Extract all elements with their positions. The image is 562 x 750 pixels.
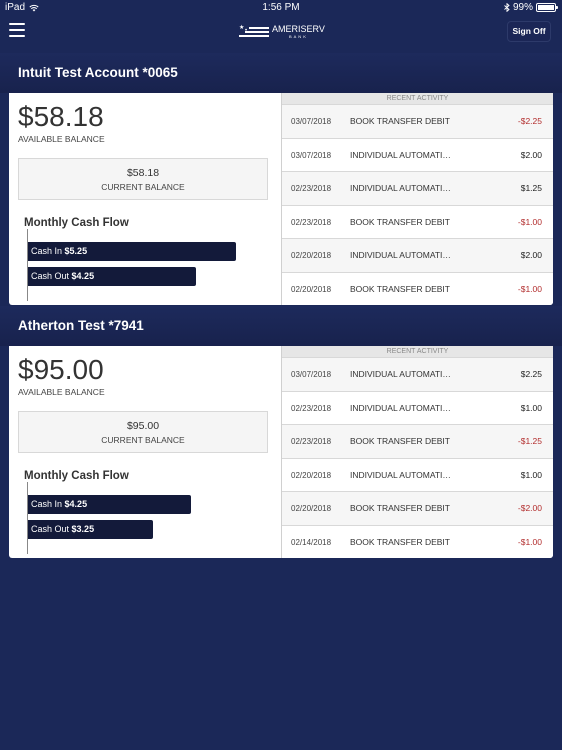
transaction-date: 02/23/2018 xyxy=(291,184,332,193)
transaction-row[interactable]: 03/07/2018 BOOK TRANSFER DEBIT -$2.25 xyxy=(282,104,553,138)
transaction-description: INDIVIDUAL AUTOMATI… xyxy=(350,402,451,413)
transaction-list: 03/07/2018 BOOK TRANSFER DEBIT -$2.25 03/07… xyxy=(282,104,553,305)
transaction-date: 03/07/2018 xyxy=(291,370,332,379)
transaction-amount: -$2.00 xyxy=(517,503,542,513)
current-balance-box: $95.00 CURRENT BALANCE xyxy=(18,411,268,453)
cash-out-value: $4.25 xyxy=(71,271,95,281)
transaction-date: 02/20/2018 xyxy=(291,284,332,294)
transaction-amount: $2.25 xyxy=(520,369,542,379)
sign-off-button[interactable]: Sign Off xyxy=(507,21,551,42)
current-balance-label: CURRENT BALANCE xyxy=(101,182,185,192)
cash-out-label: Cash Out xyxy=(31,271,70,281)
transaction-description: BOOK TRANSFER DEBIT xyxy=(350,436,450,446)
transaction-date: 02/23/2018 xyxy=(291,217,332,227)
available-balance-amount: $58.18 xyxy=(18,101,104,132)
cash-flow-axis xyxy=(27,229,28,301)
current-balance-amount: $95.00 xyxy=(126,420,160,432)
available-balance-label: AVAILABLE BALANCE xyxy=(18,134,105,144)
ameriserv-logo: ★ • AMERISERV BANK xyxy=(239,23,325,41)
transaction-date: 02/20/2018 xyxy=(291,470,332,480)
transaction-date: 02/14/2018 xyxy=(291,537,332,547)
transaction-amount: -$1.00 xyxy=(517,536,542,547)
recent-activity-pane: RECENT ACTIVITY 03/07/2018 BOOK TRANSFER … xyxy=(281,93,553,305)
transaction-row[interactable]: 02/20/2018 BOOK TRANSFER DEBIT -$2.00 xyxy=(282,491,553,525)
transaction-date: 02/20/2018 xyxy=(291,251,332,260)
transaction-date: 02/23/2018 xyxy=(291,403,332,413)
transaction-description: BOOK TRANSFER DEBIT xyxy=(350,536,450,547)
navbar: ★ • AMERISERV BANK Sign Off xyxy=(0,16,562,48)
recent-activity-pane: RECENT ACTIVITY 03/07/2018 INDIVIDUAL AUT… xyxy=(281,346,553,558)
transaction-row[interactable]: 03/07/2018 INDIVIDUAL AUTOMATI… $2.00 xyxy=(282,137,553,171)
transaction-row[interactable]: 02/23/2018 BOOK TRANSFER DEBIT -$1.00 xyxy=(282,204,553,238)
battery-fill xyxy=(538,5,554,10)
transaction-description: BOOK TRANSFER DEBIT xyxy=(350,283,450,294)
clock: 1:56 PM xyxy=(262,2,300,13)
cash-flow-title: Monthly Cash Flow xyxy=(24,470,129,482)
cash-out-bar: Cash Out $3.25 xyxy=(28,520,153,539)
battery-icon xyxy=(536,3,558,12)
transaction-description: BOOK TRANSFER DEBIT xyxy=(350,216,450,227)
transaction-list: 03/07/2018 INDIVIDUAL AUTOMATI… $2.25 02/23… xyxy=(282,357,553,558)
transaction-amount: $1.00 xyxy=(520,402,542,413)
transaction-description: INDIVIDUAL AUTOMATI… xyxy=(350,369,451,379)
transaction-amount: $1.25 xyxy=(520,183,542,193)
current-balance-label: CURRENT BALANCE xyxy=(101,435,185,445)
transaction-amount: -$2.25 xyxy=(517,116,542,126)
account-name[interactable]: Atherton Test *7941 xyxy=(0,306,562,346)
account-card: Atherton Test *7941 $95.00 AVAILABLE BAL… xyxy=(0,306,562,558)
logo-sub: BANK xyxy=(288,34,308,39)
cash-out-bar: Cash Out $4.25 xyxy=(28,267,196,286)
available-balance-label: AVAILABLE BALANCE xyxy=(18,387,105,397)
transaction-description: INDIVIDUAL AUTOMATI… xyxy=(350,183,451,193)
flag-icon: ★ • xyxy=(239,25,269,39)
transaction-description: BOOK TRANSFER DEBIT xyxy=(350,116,450,126)
recent-activity-header: RECENT ACTIVITY xyxy=(282,93,553,104)
transaction-amount: -$1.25 xyxy=(517,436,542,446)
cash-in-value: $5.25 xyxy=(64,246,88,256)
transaction-row[interactable]: 02/20/2018 INDIVIDUAL AUTOMATI… $2.00 xyxy=(282,238,553,272)
logo-name: AMERISERV xyxy=(272,24,325,34)
transaction-row[interactable]: 02/23/2018 INDIVIDUAL AUTOMATI… $1.25 xyxy=(282,171,553,205)
cash-flow-title: Monthly Cash Flow xyxy=(24,217,129,229)
transaction-description: BOOK TRANSFER DEBIT xyxy=(350,503,450,513)
transaction-description: INDIVIDUAL AUTOMATI… xyxy=(350,250,451,260)
transaction-row[interactable]: 02/14/2018 BOOK TRANSFER DEBIT -$1.00 xyxy=(282,524,553,558)
transaction-date: 02/20/2018 xyxy=(291,504,332,513)
transaction-date: 03/07/2018 xyxy=(291,150,332,160)
current-balance-box: $58.18 CURRENT BALANCE xyxy=(18,158,268,200)
account-name[interactable]: Intuit Test Account *0065 xyxy=(0,53,562,93)
transaction-row[interactable]: 02/20/2018 BOOK TRANSFER DEBIT -$1.00 xyxy=(282,271,553,305)
transaction-amount: -$1.00 xyxy=(517,283,542,294)
transaction-description: INDIVIDUAL AUTOMATI… xyxy=(350,149,451,160)
transaction-amount: $2.00 xyxy=(520,250,542,260)
balance-pane: $95.00 AVAILABLE BALANCE $95.00 CURRENT … xyxy=(9,346,281,558)
status-bar: iPad 1:56 PM 99% xyxy=(0,0,562,16)
transaction-amount: -$1.00 xyxy=(517,216,542,227)
current-balance-amount: $58.18 xyxy=(126,167,160,179)
cash-in-bar: Cash In $5.25 xyxy=(28,242,236,261)
cash-in-value: $4.25 xyxy=(64,499,88,509)
cash-in-label: Cash In xyxy=(31,499,63,509)
balance-pane: $58.18 AVAILABLE BALANCE $58.18 CURRENT … xyxy=(9,93,281,305)
battery-percent: 99% xyxy=(512,2,533,13)
transaction-row[interactable]: 03/07/2018 INDIVIDUAL AUTOMATI… $2.25 xyxy=(282,357,553,391)
transaction-row[interactable]: 02/23/2018 BOOK TRANSFER DEBIT -$1.25 xyxy=(282,424,553,458)
recent-activity-header: RECENT ACTIVITY xyxy=(282,346,553,357)
transaction-date: 03/07/2018 xyxy=(291,117,332,126)
bluetooth-icon xyxy=(504,3,510,12)
transaction-amount: $2.00 xyxy=(520,149,542,160)
transaction-amount: $1.00 xyxy=(520,469,542,480)
available-balance-amount: $95.00 xyxy=(18,354,104,385)
transaction-row[interactable]: 02/20/2018 INDIVIDUAL AUTOMATI… $1.00 xyxy=(282,457,553,491)
transaction-description: INDIVIDUAL AUTOMATI… xyxy=(350,469,451,480)
cash-flow-axis xyxy=(27,482,28,554)
transaction-date: 02/23/2018 xyxy=(291,437,332,446)
transaction-row[interactable]: 02/23/2018 INDIVIDUAL AUTOMATI… $1.00 xyxy=(282,390,553,424)
cash-out-value: $3.25 xyxy=(71,524,95,534)
cash-in-bar: Cash In $4.25 xyxy=(28,495,191,514)
cash-out-label: Cash Out xyxy=(31,524,70,534)
cash-in-label: Cash In xyxy=(31,246,63,256)
menu-icon[interactable] xyxy=(9,23,25,37)
account-card: Intuit Test Account *0065 $58.18 AVAILAB… xyxy=(0,53,562,305)
